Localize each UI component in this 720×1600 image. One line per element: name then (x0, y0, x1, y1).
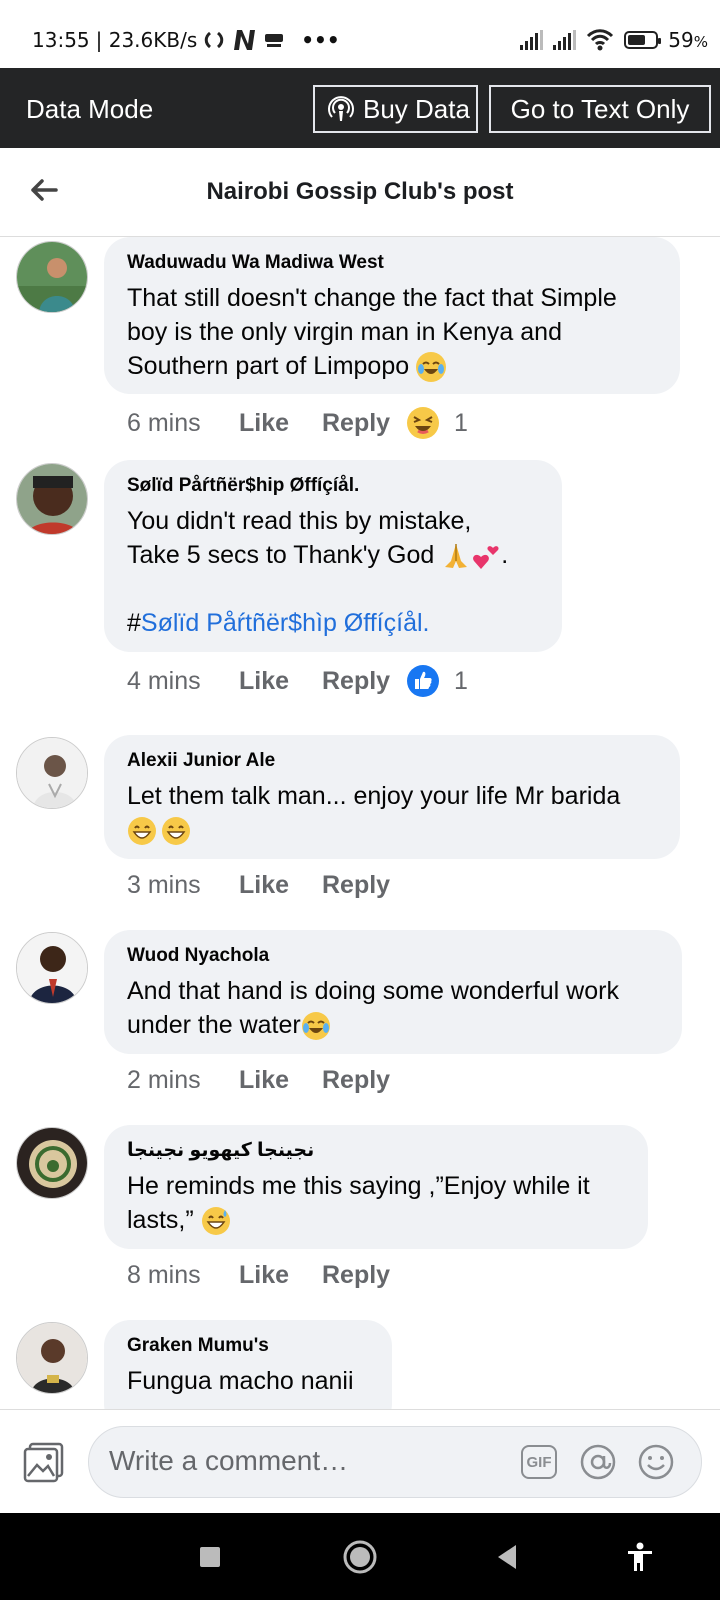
comment-text: That still doesn't change the fact that … (127, 281, 658, 383)
avatar[interactable] (16, 932, 88, 1004)
status-time: 13:55 (32, 28, 90, 52)
grinning-sweat-emoji-icon (201, 1206, 231, 1236)
comment-author[interactable]: Wuod Nyachola (127, 944, 660, 968)
status-net-speed: | 23.6KB/s (95, 28, 198, 52)
comment-author[interactable]: نجينجا كيهويو نجينجا (127, 1139, 626, 1163)
battery-icon (624, 31, 662, 49)
comment-input[interactable]: Write a comment… GIF (88, 1426, 702, 1498)
buy-data-label: Buy Data (363, 93, 470, 124)
reaction-summary[interactable]: 1 (406, 664, 468, 698)
like-button[interactable]: Like (239, 1066, 322, 1095)
avatar[interactable] (16, 241, 88, 313)
comment-text: You didn't read this by mistake, Take 5 s… (127, 507, 509, 637)
home-circle-icon[interactable] (342, 1539, 378, 1575)
reply-button[interactable]: Reply (322, 871, 406, 900)
reaction-summary[interactable]: 1 (406, 406, 468, 440)
thumbs-up-reaction-icon (407, 665, 439, 697)
avatar[interactable] (16, 463, 88, 535)
comment-time[interactable]: 2 mins (127, 1066, 239, 1095)
comment-time[interactable]: 3 mins (127, 871, 239, 900)
comment-text: Let them talk man... enjoy your life Mr … (127, 779, 658, 847)
comment-meta: 2 mins Like Reply (127, 1066, 406, 1095)
hashtag-link[interactable]: Sølïd Påŕtñër$hìp Øffíçíål. (141, 609, 430, 637)
comment-bubble[interactable]: Graken Mumu's Fungua macho nanii (104, 1320, 392, 1409)
status-left: 13:55 | 23.6KB/s ••• (32, 28, 340, 52)
like-button[interactable]: Like (239, 409, 322, 438)
smile-icon[interactable] (637, 1443, 675, 1481)
avatar[interactable] (16, 737, 88, 809)
comment-input-placeholder: Write a comment… (109, 1445, 349, 1476)
accessibility-icon[interactable] (622, 1539, 658, 1575)
reply-button[interactable]: Reply (322, 1261, 406, 1290)
status-bar: 13:55 | 23.6KB/s ••• 59% (0, 0, 720, 68)
post-header: Nairobi Gossip Club's post (0, 148, 720, 237)
podcast-icon (328, 96, 354, 121)
laughing-reaction-icon (407, 407, 439, 439)
avatar[interactable] (16, 1127, 88, 1199)
comment-time[interactable]: 4 mins (127, 667, 239, 696)
comment-meta: 8 mins Like Reply (127, 1261, 406, 1290)
like-button[interactable]: Like (239, 871, 322, 900)
comment-list[interactable]: Waduwadu Wa Madiwa West That still doesn… (0, 237, 720, 1409)
reply-button[interactable]: Reply (322, 1066, 406, 1095)
comment-time[interactable]: 8 mins (127, 1261, 239, 1290)
buy-data-button[interactable]: Buy Data (313, 85, 478, 133)
comment-author[interactable]: Alexii Junior Ale (127, 749, 658, 773)
signal-icon-2 (553, 30, 577, 50)
comment-bubble[interactable]: Wuod Nyachola And that hand is doing som… (104, 930, 682, 1054)
data-mode-bar: Data Mode Buy Data Go to Text Only (0, 68, 720, 148)
like-button[interactable]: Like (239, 1261, 322, 1290)
grinning-emoji-icon (157, 816, 191, 846)
text-only-button[interactable]: Go to Text Only (489, 85, 711, 133)
tears-of-joy-emoji-icon (416, 352, 447, 383)
netflix-icon (234, 30, 256, 50)
comment-meta: 6 mins Like Reply 1 (127, 406, 468, 440)
comment-bubble[interactable]: Sølïd Påŕtñër$hip Øffíçíål. You didn't r… (104, 460, 562, 652)
reaction-count: 1 (454, 408, 468, 437)
comment-author[interactable]: Sølïd Påŕtñër$hip Øffíçíål. (127, 474, 540, 498)
cast-icon (265, 34, 284, 47)
two-hearts-emoji-icon (471, 541, 501, 570)
comment-meta: 3 mins Like Reply (127, 871, 406, 900)
shazam-icon (205, 31, 224, 49)
comment-time[interactable]: 6 mins (127, 409, 239, 438)
at-icon[interactable] (579, 1443, 617, 1481)
signal-icon (520, 30, 544, 50)
photo-icon[interactable] (22, 1440, 66, 1484)
reply-button[interactable]: Reply (322, 667, 406, 696)
comment-author[interactable]: Graken Mumu's (127, 1334, 370, 1358)
comment-text: Fungua macho nanii (127, 1367, 354, 1395)
comment-text: He reminds me this saying ,”Enjoy while … (127, 1172, 597, 1236)
tears-of-joy-emoji-icon (301, 1011, 331, 1041)
status-right: 59% (520, 28, 708, 52)
comment-bubble[interactable]: Alexii Junior Ale Let them talk man... e… (104, 735, 680, 859)
page-title: Nairobi Gossip Club's post (206, 178, 514, 205)
system-nav-bar (0, 1513, 720, 1600)
back-triangle-icon[interactable] (490, 1539, 526, 1575)
reply-button[interactable]: Reply (322, 409, 406, 438)
praying-hands-emoji-icon (441, 541, 471, 569)
comment-bubble[interactable]: Waduwadu Wa Madiwa West That still doesn… (104, 237, 680, 394)
square-icon[interactable] (192, 1539, 228, 1575)
comment-composer: Write a comment… GIF (0, 1409, 720, 1514)
gif-icon[interactable]: GIF (521, 1445, 557, 1479)
data-mode-label: Data Mode (26, 94, 154, 124)
avatar[interactable] (16, 1322, 88, 1394)
comment-author[interactable]: Waduwadu Wa Madiwa West (127, 251, 658, 275)
battery-level: 59% (668, 28, 708, 52)
comment-meta: 4 mins Like Reply 1 (127, 664, 468, 698)
grinning-emoji-icon (127, 816, 157, 846)
reaction-count: 1 (454, 666, 468, 695)
more-notifications-icon: ••• (301, 28, 340, 52)
comment-text: And that hand is doing some wonderful wo… (127, 977, 626, 1041)
like-button[interactable]: Like (239, 667, 322, 696)
comment-bubble[interactable]: نجينجا كيهويو نجينجا He reminds me this … (104, 1125, 648, 1249)
wifi-icon (587, 29, 614, 51)
